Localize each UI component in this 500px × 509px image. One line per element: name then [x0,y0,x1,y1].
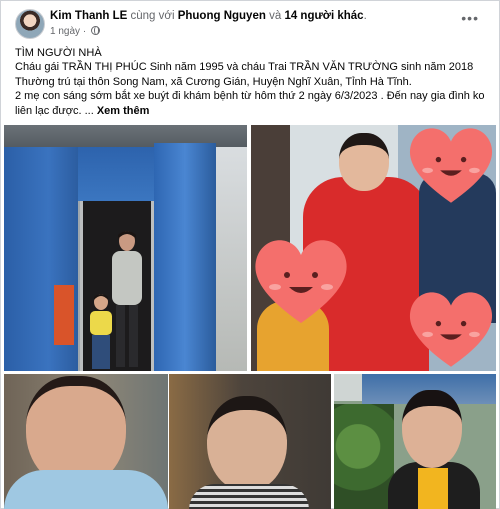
and-text: và [269,10,282,22]
blue-hoodie [4,470,168,509]
post-header: Kim Thanh LE cùng với Phuong Nguyen và 1… [1,1,500,45]
yellow-shirt [418,468,448,509]
post-time[interactable]: 1 ngày [50,26,80,37]
post-text: TÌM NGƯỜI NHÀ Cháu gái TRẦN THỊ PHÚC Sin… [15,46,489,118]
text-line-2: Cháu gái TRẦN THỊ PHÚC Sinh năm 1995 và … [15,61,474,74]
heart-emoji-icon [409,128,493,203]
author-line: Kim Thanh LE cùng với Phuong Nguyen và 1… [50,10,367,22]
photo-boy-closeup[interactable] [169,374,331,509]
see-more-link[interactable]: Xem thêm [97,105,150,117]
background-wall [216,147,247,371]
post-meta: 1 ngày · [50,26,100,37]
plant [334,404,394,509]
tagged-name[interactable]: Phuong Nguyen [178,10,266,22]
more-horizontal-icon[interactable]: ••• [461,11,479,25]
tarp-top [78,147,154,201]
woman-face [402,390,462,468]
woman-face [339,133,389,191]
photo-woman-outdoors[interactable] [334,374,496,509]
photo-shed[interactable] [4,125,247,371]
heart-emoji-icon [255,240,347,323]
facebook-post: Kim Thanh LE cùng với Phuong Nguyen và 1… [0,0,500,509]
text-line-1: TÌM NGƯỜI NHÀ [15,47,102,59]
orange-cloth [54,285,74,345]
with-text: cùng với [130,10,175,22]
author-name[interactable]: Kim Thanh LE [50,10,127,22]
author-avatar[interactable] [15,9,45,39]
boy-face [207,396,287,492]
text-line-3: Thường trú tại thôn Song Nam, xã Cương G… [15,75,412,88]
striped-shirt [189,484,309,509]
child-figure [90,294,112,369]
tarp-right [154,143,216,371]
photo-family[interactable] [251,125,496,371]
text-last-line: liên lạc được. ... [15,104,94,117]
text-line-4: 2 mẹ con sáng sớm bắt xe buýt đi khám bệ… [15,90,485,103]
heart-emoji-icon [409,292,493,367]
others-link[interactable]: 14 người khác [284,10,363,22]
photo-woman-closeup[interactable] [4,374,168,509]
globe-icon [90,26,100,35]
text-line-5: liên lạc được. ... Xem thêm [15,104,489,118]
